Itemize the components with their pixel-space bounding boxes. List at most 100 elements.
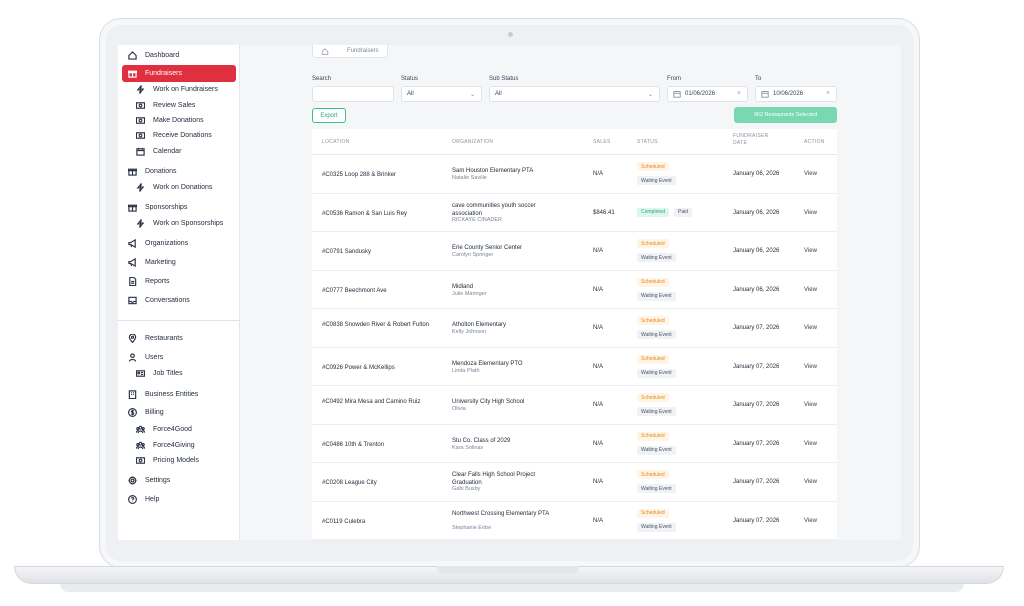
location-cell: #C0838 Snowden River & Robert Fulton: [322, 322, 430, 328]
table-row[interactable]: #C0208 League City Clear Falls High Schoo…: [312, 463, 837, 502]
table-row[interactable]: #C0325 Loop 288 & Brinker Sam Houston Ele…: [312, 155, 837, 194]
organization-name: Mendoza Elementary PTO: [452, 360, 523, 367]
location-cell: #C0791 Sandusky: [322, 249, 372, 255]
column-header: LOCATION: [322, 139, 350, 145]
sidebar-item-business-entities[interactable]: Business Entities: [122, 386, 236, 403]
substatus-badge: Waiting Event: [637, 407, 676, 416]
sidebar-item-marketing[interactable]: Marketing: [122, 254, 236, 271]
sidebar-divider: [118, 320, 240, 321]
substatus-badge: Waiting Event: [637, 176, 676, 185]
table-header: LOCATION ORGANIZATION SALES STATUS FUNDR…: [312, 129, 837, 155]
organization-contact: RICKAYE CINADER: [452, 216, 503, 223]
substatus-badge: Paid: [674, 207, 693, 217]
fundraiser-date: January 07, 2026: [733, 363, 780, 370]
status-badge: Scheduled: [637, 470, 669, 479]
sidebar-item-label: Users: [145, 354, 164, 361]
substatus-badge: Waiting Event: [637, 445, 676, 455]
fundraiser-date: January 06, 2026: [733, 209, 780, 216]
laptop-foot: [60, 584, 964, 592]
sidebar-item-label: Job Titles: [153, 370, 183, 377]
table-row[interactable]: #C0486 10th & Trenton Stu Co. Class of 20…: [312, 425, 837, 463]
table-row[interactable]: #C0777 Beechmont Ave Midland Julie Maringe…: [312, 271, 837, 309]
sidebar-item-label: Reports: [145, 278, 170, 285]
from-date-field[interactable]: 01/06/2026 ×: [667, 86, 748, 102]
sidebar-item-work-on-donations[interactable]: Work on Donations: [130, 179, 236, 196]
sidebar-item-job-titles[interactable]: Job Titles: [130, 365, 236, 382]
building-icon: [126, 389, 138, 401]
pin-icon: [126, 333, 138, 345]
sidebar-item-label: Dashboard: [145, 52, 180, 59]
status-badge: Scheduled: [637, 316, 669, 325]
search-label: Search: [312, 76, 332, 82]
sidebar-item-pricing-models[interactable]: Pricing Models: [130, 452, 236, 469]
breadcrumb-current: Fundraisers: [347, 48, 379, 54]
sidebar-item-receive-donations[interactable]: Receive Donations: [130, 127, 236, 144]
view-link[interactable]: View: [804, 210, 817, 216]
view-link[interactable]: View: [804, 518, 817, 524]
status-badge: Scheduled: [637, 354, 669, 364]
sidebar-item-help[interactable]: Help: [122, 491, 236, 508]
search-input[interactable]: [312, 86, 394, 102]
view-link[interactable]: View: [804, 248, 817, 254]
sidebar-item-work-on-sponsorships[interactable]: Work on Sponsorships: [130, 215, 236, 232]
view-link[interactable]: View: [804, 171, 817, 177]
fundraisers-table: LOCATION ORGANIZATION SALES STATUS FUNDR…: [312, 129, 837, 540]
organization-contact: Kara Solinas: [452, 444, 484, 451]
sidebar-item-donations[interactable]: Donations: [122, 163, 236, 180]
table-row[interactable]: #C0536 Ramon & San Luis Rey cave communit…: [312, 194, 837, 232]
location-cell: #C0777 Beechmont Ave: [322, 287, 387, 294]
sidebar-item-restaurants[interactable]: Restaurants: [122, 330, 236, 347]
organization-name: Erie County Senior Center: [452, 245, 523, 251]
sidebar-item-fundraisers[interactable]: Fundraisers: [122, 65, 236, 82]
view-link[interactable]: View: [804, 364, 817, 370]
sidebar-item-conversations[interactable]: Conversations: [122, 292, 236, 309]
substatus-select[interactable]: All ⌄: [489, 86, 660, 102]
table-row[interactable]: #C0791 Sandusky Erie County Senior Center…: [312, 232, 837, 271]
organization-contact: Carolyn Springer: [452, 252, 494, 258]
table-row[interactable]: #C0119 Culebra Northwest Crossing Element…: [312, 502, 837, 540]
home-icon[interactable]: [321, 47, 329, 55]
table-row[interactable]: #C0926 Power & McKellips Mendoza Elementa…: [312, 348, 837, 386]
sidebar-item-sponsorships[interactable]: Sponsorships: [122, 199, 236, 216]
sales-cell: N/A: [593, 171, 604, 177]
export-button[interactable]: Export: [312, 108, 346, 123]
clear-icon[interactable]: ×: [826, 90, 830, 97]
table-row[interactable]: #C0492 Mira Mesa and Camino Ruiz Universi…: [312, 386, 837, 425]
organization-contact: Kelly Johnson: [452, 329, 487, 335]
sidebar-item-organizations[interactable]: Organizations: [122, 235, 236, 252]
organization-name: Atholton Elementary: [452, 322, 507, 328]
restaurants-selected-button[interactable]: 962 Restaurants Selected: [734, 107, 837, 123]
chevron-down-icon: ⌄: [647, 92, 653, 98]
table-row[interactable]: #C0838 Snowden River & Robert Fulton Atho…: [312, 309, 837, 348]
sidebar-item-calendar[interactable]: Calendar: [130, 143, 236, 160]
fundraiser-date: January 07, 2026: [733, 440, 780, 447]
sidebar-item-billing[interactable]: Billing: [122, 404, 236, 421]
view-link[interactable]: View: [804, 287, 817, 293]
calendar-icon: [134, 146, 146, 158]
to-date-field[interactable]: 10/06/2026 ×: [755, 86, 837, 102]
sidebar-item-label: Force4Giving: [153, 442, 195, 449]
sidebar-item-work-on-fundraisers[interactable]: Work on Fundraisers: [130, 81, 236, 98]
status-select[interactable]: All ⌄: [401, 86, 482, 102]
view-link[interactable]: View: [804, 402, 817, 408]
status-badge: Completed: [637, 207, 670, 217]
sidebar-item-settings[interactable]: Settings: [122, 472, 236, 489]
view-link[interactable]: View: [804, 325, 817, 331]
sidebar-item-label: Settings: [145, 477, 171, 484]
clear-icon[interactable]: ×: [737, 90, 741, 97]
sidebar-item-label: Work on Sponsorships: [153, 220, 224, 227]
substatus-badge: Waiting Event: [637, 291, 676, 301]
sidebar-item-reports[interactable]: Reports: [122, 273, 236, 290]
column-header: SALES: [593, 139, 611, 145]
sidebar: Dashboard Fundraisers Work on Fundraiser…: [118, 45, 240, 540]
sidebar-item-users[interactable]: Users: [122, 349, 236, 366]
user-icon: [126, 352, 138, 364]
sidebar-item-dashboard[interactable]: Dashboard: [122, 47, 236, 64]
sales-cell: $846.41: [593, 209, 615, 216]
to-label: To: [755, 76, 762, 82]
view-link[interactable]: View: [804, 441, 817, 447]
sidebar-item-force4good[interactable]: Force4Good: [130, 421, 236, 438]
sales-cell: N/A: [593, 325, 604, 331]
view-link[interactable]: View: [804, 479, 817, 485]
sidebar-item-label: Review Sales: [153, 102, 196, 109]
